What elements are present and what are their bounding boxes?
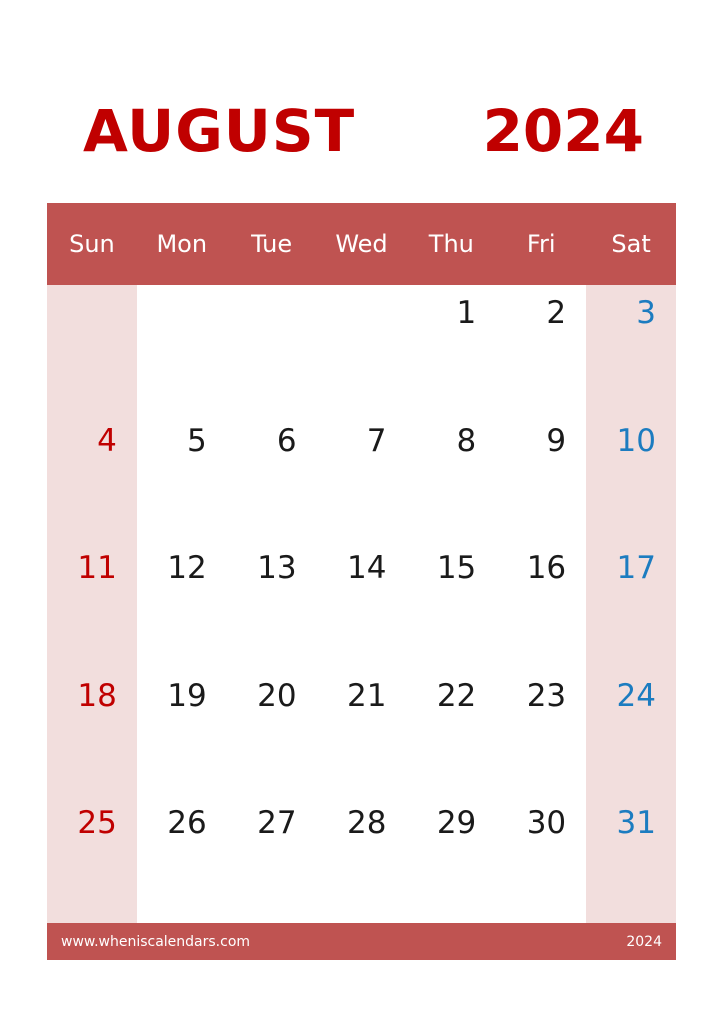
day-number: 4 [97,422,117,459]
day-number: 30 [526,805,567,842]
day-cell[interactable]: 4 [47,413,137,541]
footer-year: 2024 [626,933,662,950]
weekday-header-fri: Fri [526,230,556,258]
day-cell[interactable]: 11 [47,540,137,668]
day-cell[interactable]: 17 [586,540,676,668]
day-number: 11 [77,550,117,587]
weekday-header-row: Sun Mon Tue Wed Thu Fri Sat [47,203,676,285]
week-row: 1 2 3 [47,285,676,413]
day-cell[interactable]: 23 [496,668,586,796]
day-cell[interactable]: 31 [586,795,676,923]
day-number: 22 [436,677,477,714]
weekday-header-wed: Wed [335,230,388,258]
calendar-page: AUGUST 2024 Sun Mon Tue Wed Thu Fri Sat … [0,0,724,1024]
day-number: 18 [77,677,117,714]
day-cell[interactable]: 8 [406,413,496,541]
day-cell[interactable] [227,285,317,413]
calendar-body: 1 2 3 4 5 6 7 8 9 10 11 12 13 14 15 16 1… [47,285,676,923]
day-cell[interactable]: 5 [137,413,227,541]
day-number: 13 [257,550,297,587]
day-cell[interactable]: 10 [586,413,676,541]
day-cell[interactable]: 25 [47,795,137,923]
day-cell[interactable]: 9 [496,413,586,541]
day-number: 29 [436,805,477,842]
day-number: 3 [636,295,656,331]
day-number: 19 [167,677,207,714]
day-cell[interactable]: 27 [227,795,317,923]
day-cell[interactable]: 21 [317,668,407,796]
weekday-header-tue: Tue [251,230,293,258]
day-cell[interactable]: 30 [496,795,586,923]
day-number: 28 [346,805,387,842]
day-number: 6 [276,422,297,459]
day-cell[interactable] [47,285,137,413]
day-number: 1 [456,295,477,331]
week-row: 25 26 27 28 29 30 31 [47,795,676,923]
day-number: 10 [616,422,656,459]
day-number: 8 [456,422,477,459]
day-number: 17 [616,550,656,587]
weekday-header-sun: Sun [69,230,115,258]
day-cell[interactable]: 14 [317,540,407,668]
day-cell[interactable]: 16 [496,540,586,668]
day-cell[interactable]: 12 [137,540,227,668]
day-number: 26 [167,805,207,842]
day-cell[interactable]: 3 [586,285,676,413]
day-cell[interactable]: 7 [317,413,407,541]
day-number: 12 [167,550,207,587]
day-cell[interactable]: 22 [406,668,496,796]
day-number: 23 [526,677,567,714]
day-number: 16 [526,550,567,587]
day-number: 14 [346,550,387,587]
day-cell[interactable] [317,285,407,413]
month-title: AUGUST [83,97,356,165]
week-row: 18 19 20 21 22 23 24 [47,668,676,796]
day-number: 7 [366,422,387,459]
day-cell[interactable]: 20 [227,668,317,796]
day-cell[interactable]: 13 [227,540,317,668]
day-number: 21 [346,677,387,714]
week-row: 4 5 6 7 8 9 10 [47,413,676,541]
day-number: 5 [186,422,207,459]
day-cell[interactable]: 6 [227,413,317,541]
day-cell[interactable]: 1 [406,285,496,413]
day-cell[interactable]: 24 [586,668,676,796]
day-cell[interactable]: 18 [47,668,137,796]
day-number: 2 [546,295,567,331]
day-number: 9 [546,422,567,459]
calendar-footer: www.wheniscalendars.com 2024 [47,923,676,960]
day-cell[interactable]: 2 [496,285,586,413]
week-rows: 1 2 3 4 5 6 7 8 9 10 11 12 13 14 15 16 1… [47,285,676,923]
weekday-header-mon: Mon [156,230,208,258]
day-cell[interactable]: 15 [406,540,496,668]
day-cell[interactable] [137,285,227,413]
calendar-title: AUGUST 2024 [47,95,676,167]
day-number: 15 [436,550,477,587]
day-cell[interactable]: 29 [406,795,496,923]
weekday-header-thu: Thu [428,230,474,258]
year-title: 2024 [482,97,644,165]
day-cell[interactable]: 26 [137,795,227,923]
day-cell[interactable]: 19 [137,668,227,796]
footer-website-url[interactable]: www.wheniscalendars.com [61,934,250,950]
calendar-grid: Sun Mon Tue Wed Thu Fri Sat 1 2 3 4 5 6 … [47,203,676,960]
day-number: 27 [257,805,297,842]
week-row: 11 12 13 14 15 16 17 [47,540,676,668]
day-number: 20 [257,677,297,714]
day-number: 24 [616,677,656,714]
day-cell[interactable]: 28 [317,795,407,923]
weekday-header-sat: Sat [611,230,651,258]
day-number: 25 [77,805,117,842]
day-number: 31 [616,805,656,842]
